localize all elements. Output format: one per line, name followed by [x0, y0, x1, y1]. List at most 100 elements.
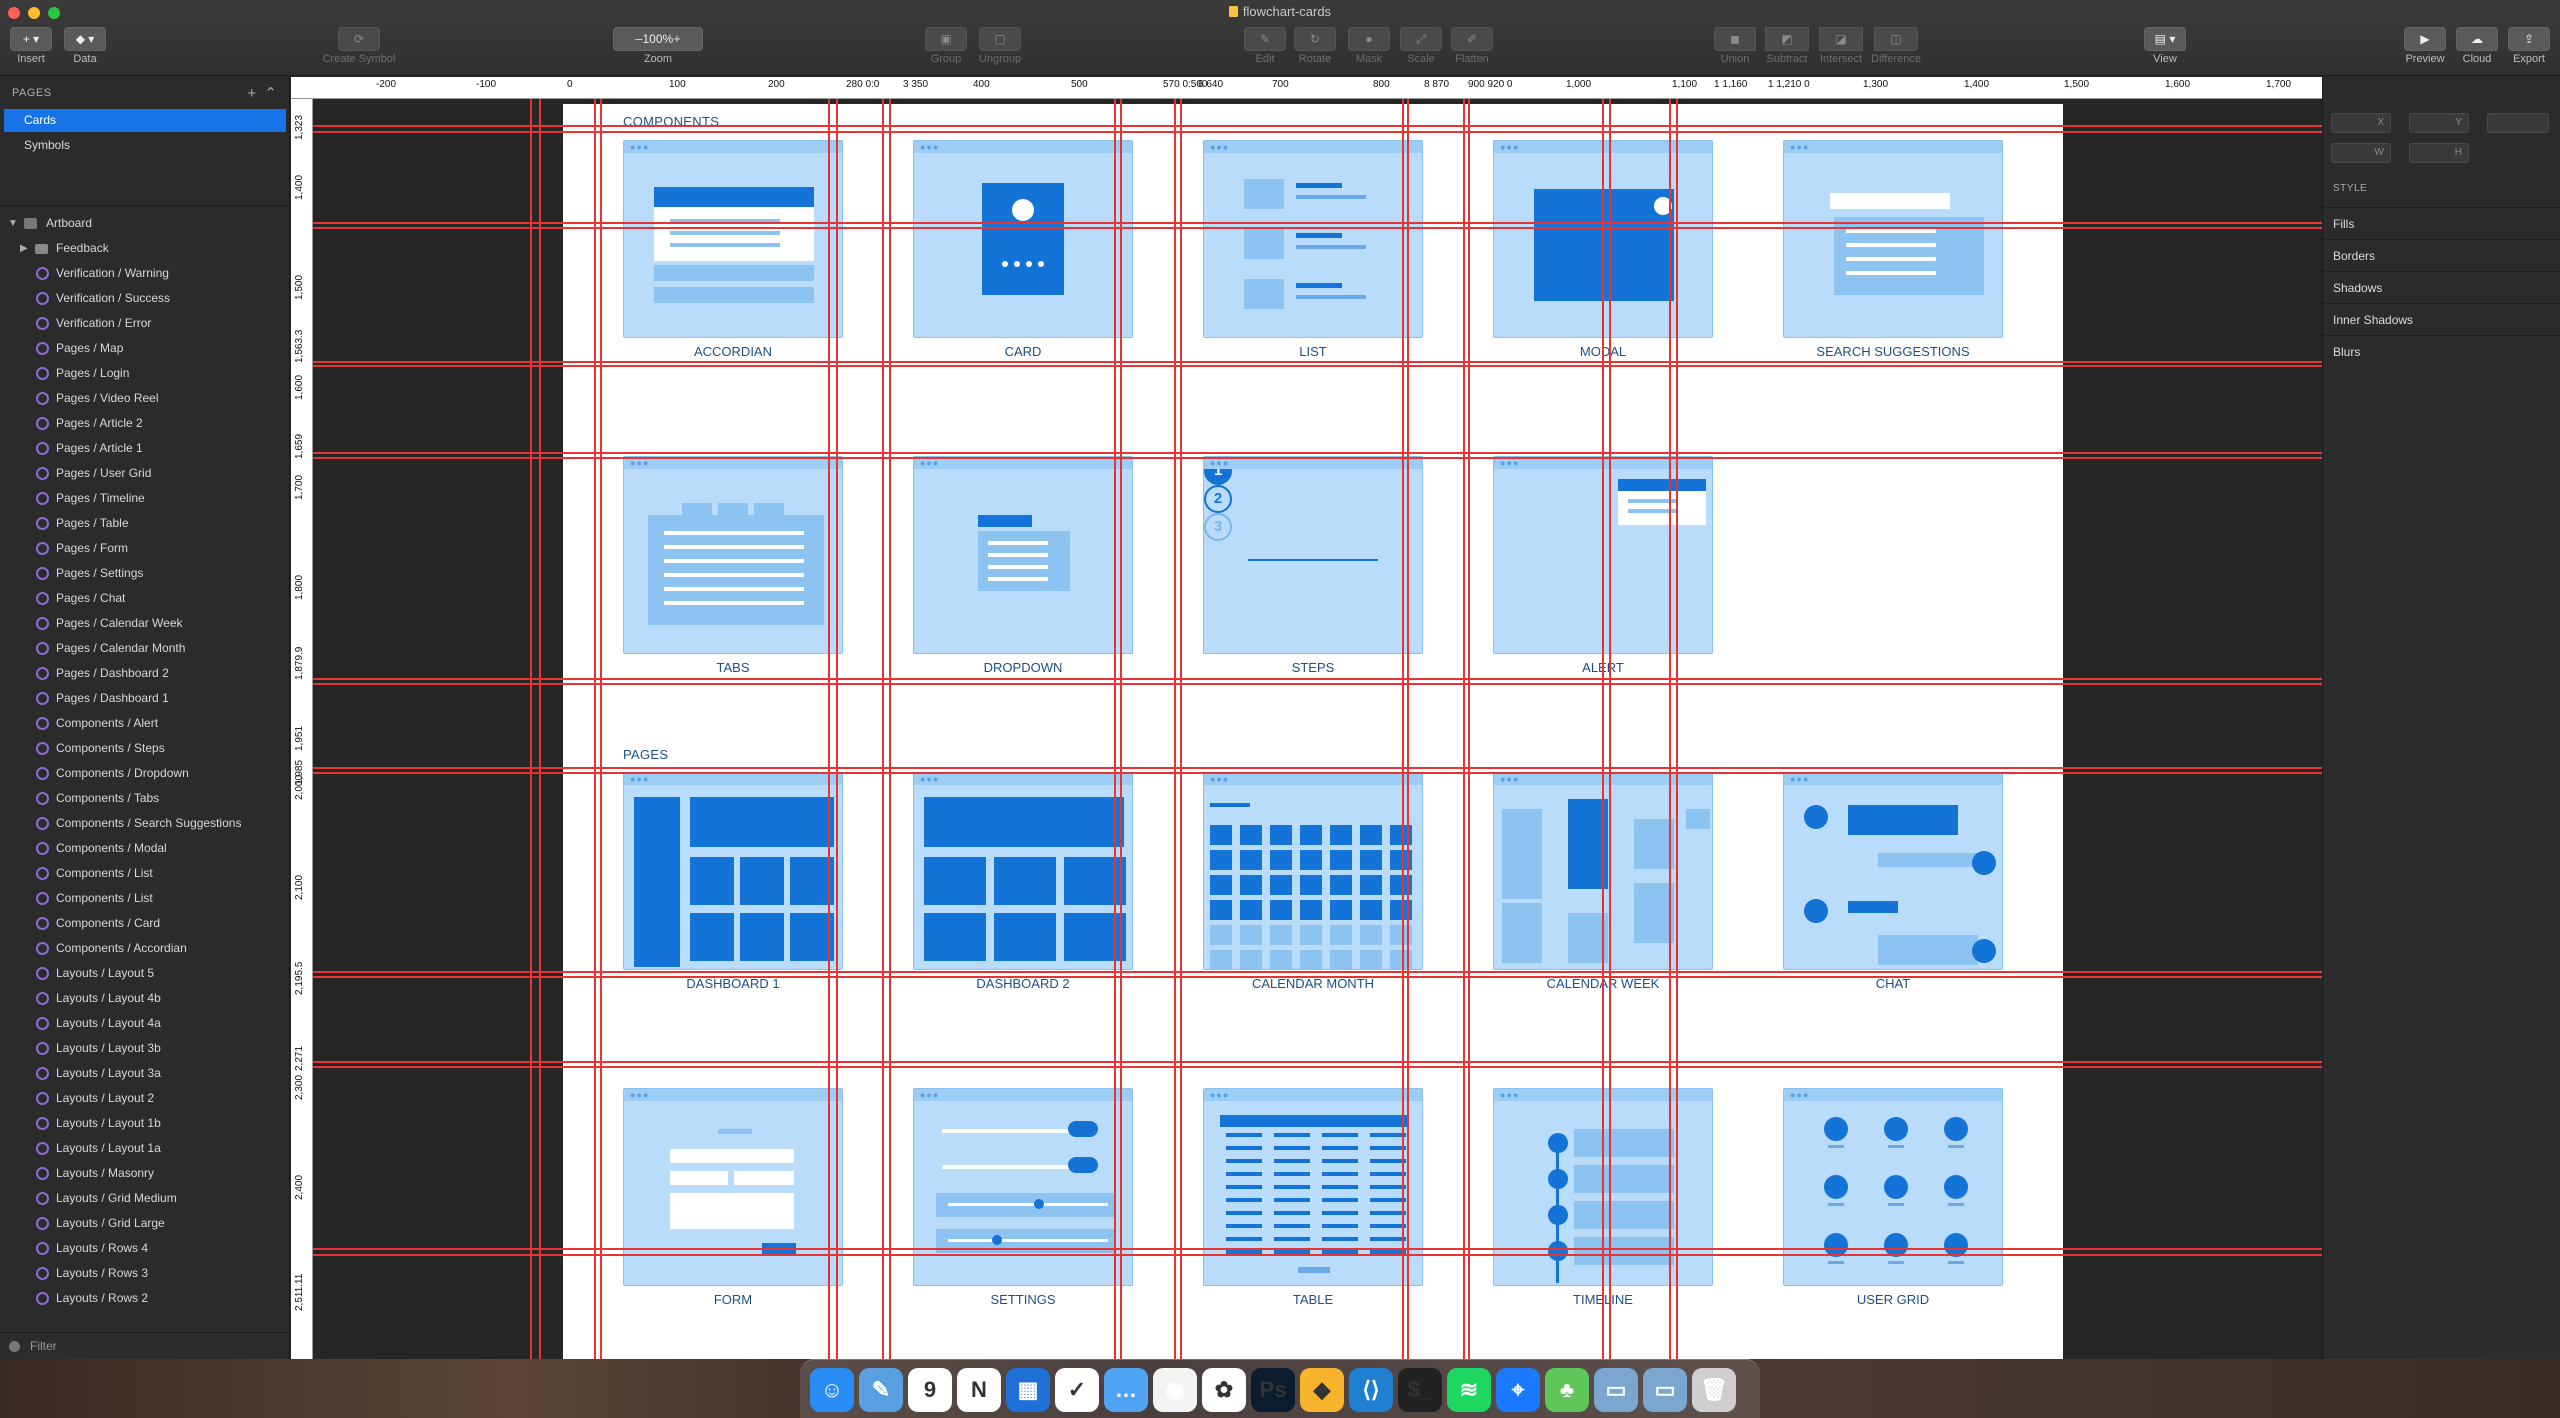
layer-item[interactable]: Pages / Timeline	[0, 486, 289, 511]
shadows-section[interactable]: Shadows	[2323, 271, 2560, 303]
layer-item[interactable]: Layouts / Layout 4a	[0, 1011, 289, 1036]
horizontal-guide[interactable]	[313, 1254, 2322, 1256]
layer-item[interactable]: Components / Modal	[0, 836, 289, 861]
layer-item[interactable]: Layouts / Layout 1a	[0, 1136, 289, 1161]
card-card[interactable]: ●●●	[913, 140, 1133, 338]
layer-item[interactable]: Components / Search Suggestions	[0, 811, 289, 836]
rotation-field[interactable]	[2487, 113, 2549, 133]
vertical-guide[interactable]	[594, 99, 596, 1359]
card-list[interactable]: ●●●	[1203, 140, 1423, 338]
layer-item[interactable]: Components / Steps	[0, 736, 289, 761]
layer-item[interactable]: Pages / Calendar Month	[0, 636, 289, 661]
calendar-icon[interactable]: 9	[908, 1368, 952, 1412]
folder-icon[interactable]: ▭	[1643, 1368, 1687, 1412]
vertical-guide[interactable]	[882, 99, 884, 1359]
photos-icon[interactable]: ✿	[1202, 1368, 1246, 1412]
trash-icon[interactable]: 🗑	[1692, 1368, 1736, 1412]
vertical-guide[interactable]	[1180, 99, 1182, 1359]
vertical-guide[interactable]	[1402, 99, 1404, 1359]
horizontal-guide[interactable]	[313, 365, 2322, 367]
horizontal-guide[interactable]	[313, 125, 2322, 127]
vertical-guide[interactable]	[530, 99, 532, 1359]
x-field[interactable]: X	[2331, 113, 2391, 133]
cactus-icon[interactable]: ♣	[1545, 1368, 1589, 1412]
symbol-icon[interactable]: ⟳	[338, 27, 380, 51]
card-user-grid[interactable]: ●●●	[1783, 1088, 2003, 1286]
horizontal-guide[interactable]	[313, 457, 2322, 459]
horizontal-guide[interactable]	[313, 452, 2322, 454]
zoom-control[interactable]: –100%+ Zoom	[610, 27, 706, 65]
layer-item[interactable]: Layouts / Layout 3b	[0, 1036, 289, 1061]
play-icon[interactable]: ▶	[2404, 27, 2446, 51]
layer-item[interactable]: Pages / Chat	[0, 586, 289, 611]
layer-item[interactable]: Layouts / Layout 2	[0, 1086, 289, 1111]
vertical-guide[interactable]	[1174, 99, 1176, 1359]
layer-item[interactable]: Layouts / Layout 4b	[0, 986, 289, 1011]
layer-item[interactable]: Components / Dropdown	[0, 761, 289, 786]
layer-item[interactable]: Pages / Login	[0, 361, 289, 386]
canvas[interactable]: COMPONENTS PAGES ●●● ACCORDIAN ●●● CARD ●●● L…	[313, 99, 2322, 1359]
union-icon[interactable]: ◼	[1714, 27, 1756, 51]
add-page-icon[interactable]: + ⌃	[247, 84, 277, 102]
mask-tool[interactable]: ● Mask	[1346, 27, 1392, 65]
vertical-guide[interactable]	[1463, 99, 1465, 1359]
width-field[interactable]: W	[2331, 143, 2391, 163]
horizontal-guide[interactable]	[313, 971, 2322, 973]
layer-item[interactable]: Pages / Dashboard 2	[0, 661, 289, 686]
horizontal-guide[interactable]	[313, 678, 2322, 680]
preview-tool[interactable]: ▶ Preview	[2402, 27, 2448, 65]
layer-item[interactable]: Layouts / Layout 5	[0, 961, 289, 986]
export-tool[interactable]: ⇪ Export	[2506, 27, 2552, 65]
difference-icon[interactable]: ◫	[1874, 27, 1918, 51]
card-settings[interactable]: ●●●	[913, 1088, 1133, 1286]
page-item-symbols[interactable]: Symbols	[4, 134, 286, 157]
layer-item[interactable]: Pages / Form	[0, 536, 289, 561]
fills-section[interactable]: Fills	[2323, 207, 2560, 239]
layer-item[interactable]: Layouts / Layout 1b	[0, 1111, 289, 1136]
disclosure-right-icon[interactable]: ▶	[20, 236, 28, 261]
cloud-icon[interactable]: ☁	[2456, 27, 2498, 51]
group-tool[interactable]: ▣ Group	[918, 27, 974, 65]
layer-item[interactable]: Pages / Calendar Week	[0, 611, 289, 636]
plus-icon[interactable]: + ▾	[10, 27, 52, 51]
intersect-tool[interactable]: ◪ Intersect	[1812, 27, 1870, 65]
layer-item[interactable]: Layouts / Layout 3a	[0, 1061, 289, 1086]
horizontal-guide[interactable]	[313, 222, 2322, 224]
horizontal-guide[interactable]	[313, 976, 2322, 978]
card-calendar-month[interactable]: ●●●	[1203, 772, 1423, 970]
vertical-guide[interactable]	[1407, 99, 1409, 1359]
flatten-icon[interactable]: ✐	[1451, 27, 1493, 51]
layer-item[interactable]: Pages / Map	[0, 336, 289, 361]
vscode-icon[interactable]: ⟨⟩	[1349, 1368, 1393, 1412]
scale-tool[interactable]: ⤢ Scale	[1398, 27, 1444, 65]
ungroup-icon[interactable]: ▢	[979, 27, 1021, 51]
horizontal-guide[interactable]	[313, 1061, 2322, 1063]
data-tool[interactable]: ◆ ▾ Data	[62, 27, 108, 65]
layer-item[interactable]: Components / List	[0, 886, 289, 911]
layer-item[interactable]: Layouts / Masonry	[0, 1161, 289, 1186]
photoshop-icon[interactable]: Ps	[1251, 1368, 1295, 1412]
chrome-icon[interactable]: ◉	[1153, 1368, 1197, 1412]
scale-icon[interactable]: ⤢	[1400, 27, 1442, 51]
layer-item[interactable]: Pages / Table	[0, 511, 289, 536]
layer-item[interactable]: Verification / Warning	[0, 261, 289, 286]
group-icon[interactable]: ▣	[925, 27, 967, 51]
view-tool[interactable]: ▤ ▾ View	[2142, 27, 2188, 65]
spotify-icon[interactable]: ≋	[1447, 1368, 1491, 1412]
layer-item[interactable]: Pages / Dashboard 1	[0, 686, 289, 711]
notion-icon[interactable]: N	[957, 1368, 1001, 1412]
layer-item[interactable]: Verification / Error	[0, 311, 289, 336]
layer-item[interactable]: Pages / Video Reel	[0, 386, 289, 411]
layer-item[interactable]: Pages / Article 1	[0, 436, 289, 461]
mask-icon[interactable]: ●	[1348, 27, 1390, 51]
export-icon[interactable]: ⇪	[2508, 27, 2550, 51]
height-field[interactable]: H	[2409, 143, 2469, 163]
card-dashboard-2[interactable]: ●●●	[913, 772, 1133, 970]
vertical-guide[interactable]	[1468, 99, 1470, 1359]
layer-item[interactable]: Layouts / Rows 2	[0, 1286, 289, 1311]
horizontal-guide[interactable]	[313, 1248, 2322, 1250]
view-icon[interactable]: ▤ ▾	[2144, 27, 2186, 51]
vertical-guide[interactable]	[889, 99, 891, 1359]
horizontal-ruler[interactable]: -200 -100 0 100 200 280 0:0 3 350 400 500 570 0:5…	[291, 77, 2322, 99]
difference-tool[interactable]: ◫ Difference	[1866, 27, 1926, 65]
